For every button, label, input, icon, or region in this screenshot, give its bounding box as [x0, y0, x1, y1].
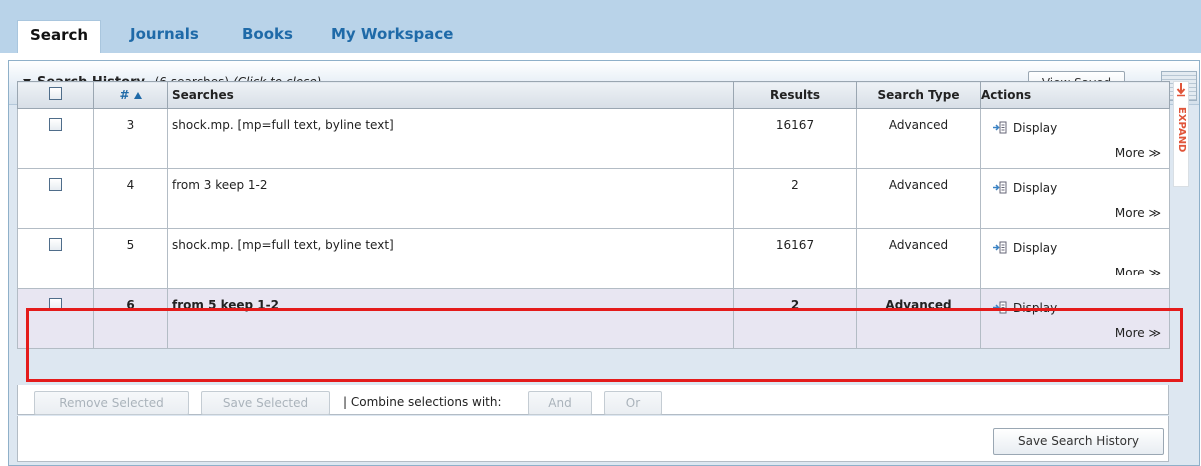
tab-my-workspace[interactable]: My Workspace	[331, 20, 453, 53]
display-link[interactable]: Display	[993, 301, 1057, 315]
more-link[interactable]: More ≫	[1115, 146, 1161, 160]
row-checkbox[interactable]	[49, 178, 62, 191]
expand-side-tab[interactable]: EXPAND	[1173, 81, 1189, 187]
table-row: 4 from 3 keep 1-2 2 Advanced Display Mor…	[17, 168, 1170, 229]
display-link[interactable]: Display	[993, 241, 1057, 255]
expand-label: EXPAND	[1176, 107, 1187, 153]
save-search-history-button[interactable]: Save Search History	[993, 428, 1164, 455]
tab-search[interactable]: Search	[17, 20, 102, 53]
row-checkbox[interactable]	[49, 238, 62, 251]
row-search-type: Advanced	[856, 168, 981, 229]
row-search-query: shock.mp. [mp=full text, byline text]	[167, 228, 734, 289]
row-search-query: from 5 keep 1-2	[167, 288, 734, 349]
display-doc-icon	[993, 181, 1007, 194]
expand-arrow-icon	[1176, 83, 1186, 97]
tab-journals[interactable]: Journals	[130, 20, 199, 53]
row-results: 2	[733, 168, 857, 229]
row-results: 16167	[733, 228, 857, 289]
tab-books[interactable]: Books	[242, 20, 293, 53]
row-number: 3	[93, 108, 168, 169]
more-link[interactable]: More ≫	[1115, 326, 1161, 340]
remove-selected-button[interactable]: Remove Selected	[34, 391, 189, 415]
selection-action-bar	[17, 385, 1169, 415]
row-search-type: Advanced	[856, 288, 981, 349]
row-search-type: Advanced	[856, 108, 981, 169]
row-number: 6	[93, 288, 168, 349]
column-header-actions: Actions	[980, 81, 1170, 109]
row-search-query: from 3 keep 1-2	[167, 168, 734, 229]
row-checkbox[interactable]	[49, 118, 62, 131]
column-header-results: Results	[733, 81, 857, 109]
combine-label: | Combine selections with:	[343, 395, 502, 409]
search-history-table: # Searches Results Search Type Actions 3…	[17, 81, 1170, 349]
display-doc-icon	[993, 241, 1007, 254]
row-search-query: shock.mp. [mp=full text, byline text]	[167, 108, 734, 169]
display-link[interactable]: Display	[993, 181, 1057, 195]
display-doc-icon	[993, 121, 1007, 134]
column-header-search-type: Search Type	[856, 81, 981, 109]
column-header-number[interactable]: #	[93, 81, 168, 109]
row-results: 2	[733, 288, 857, 349]
row-checkbox[interactable]	[49, 298, 62, 311]
display-doc-icon	[993, 301, 1007, 314]
combine-or-button[interactable]: Or	[604, 391, 662, 415]
table-row-selected: 6 from 5 keep 1-2 2 Advanced Display Mor…	[17, 288, 1170, 349]
table-header-row: # Searches Results Search Type Actions	[17, 81, 1170, 109]
more-link[interactable]: More ≫	[1115, 266, 1161, 275]
sort-ascending-icon	[133, 92, 142, 99]
tab-bar: Search Journals Books My Workspace	[0, 0, 1201, 53]
more-link[interactable]: More ≫	[1115, 206, 1161, 220]
row-number: 4	[93, 168, 168, 229]
column-header-searches: Searches	[167, 81, 734, 109]
combine-and-button[interactable]: And	[528, 391, 592, 415]
row-number: 5	[93, 228, 168, 289]
save-selected-button[interactable]: Save Selected	[201, 391, 330, 415]
table-row: 5 shock.mp. [mp=full text, byline text] …	[17, 228, 1170, 289]
select-all-checkbox[interactable]	[49, 87, 62, 100]
display-link[interactable]: Display	[993, 121, 1057, 135]
row-search-type: Advanced	[856, 228, 981, 289]
table-row: 3 shock.mp. [mp=full text, byline text] …	[17, 108, 1170, 169]
select-all-header	[17, 81, 94, 109]
row-results: 16167	[733, 108, 857, 169]
